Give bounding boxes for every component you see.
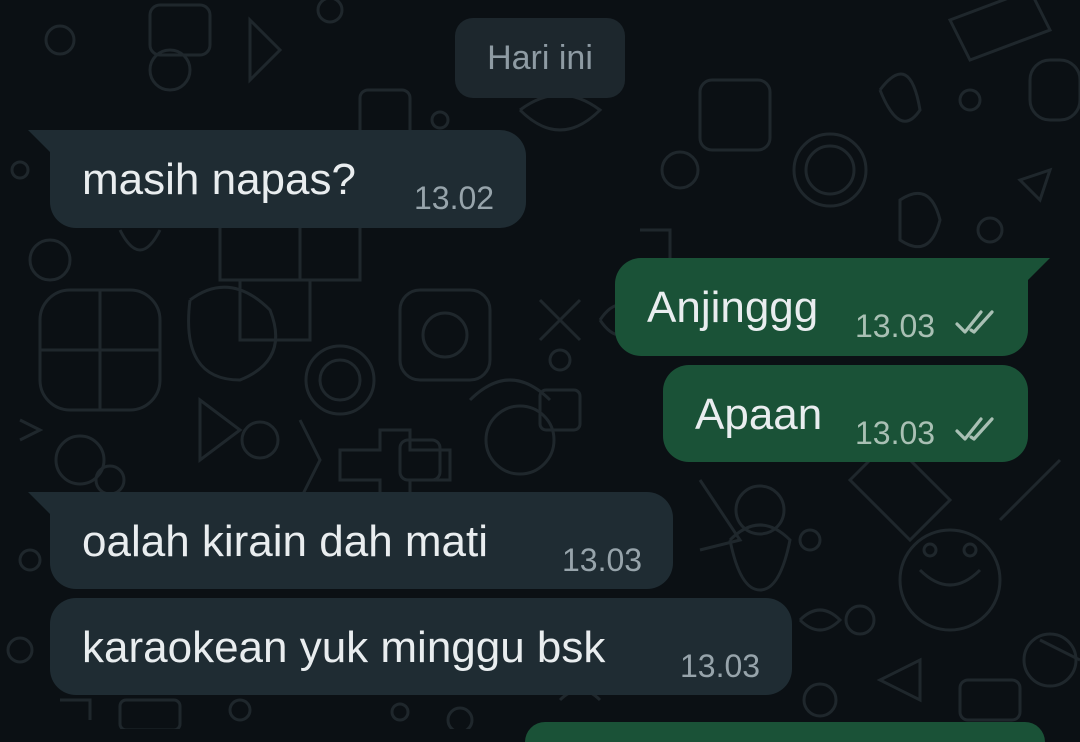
message-time: 13.03 bbox=[855, 308, 936, 344]
message-text: oalah kirain dah mati bbox=[82, 517, 489, 566]
message-time: 13.03 bbox=[680, 648, 761, 684]
message-text: masih napas? bbox=[82, 155, 356, 204]
message-text: karaokean yuk minggu bsk bbox=[82, 623, 606, 672]
bubble-tail bbox=[28, 130, 50, 152]
chat-thread[interactable]: Hari ini masih napas? 13.02 Anjinggg 13.… bbox=[0, 0, 1080, 742]
message-bubble-incoming[interactable]: masih napas? 13.02 bbox=[28, 130, 526, 228]
double-check-icon bbox=[955, 310, 994, 334]
message-time: 13.03 bbox=[562, 542, 643, 578]
message-bubble-outgoing-partial[interactable] bbox=[525, 722, 1045, 742]
bubble-tail bbox=[28, 492, 50, 514]
message-time: 13.02 bbox=[414, 180, 495, 216]
date-divider: Hari ini bbox=[455, 18, 625, 98]
message-text: Apaan bbox=[695, 390, 823, 439]
message-time: 13.03 bbox=[855, 415, 936, 451]
message-bubble-outgoing[interactable]: Apaan 13.03 bbox=[663, 365, 1028, 462]
message-text: Anjinggg bbox=[647, 283, 819, 332]
double-check-icon bbox=[955, 417, 994, 441]
message-bubble-incoming[interactable]: karaokean yuk minggu bsk 13.03 bbox=[50, 598, 792, 695]
message-bubble-incoming[interactable]: oalah kirain dah mati 13.03 bbox=[28, 492, 673, 589]
message-bubble-outgoing[interactable]: Anjinggg 13.03 bbox=[615, 258, 1050, 356]
bubble-tail bbox=[1028, 258, 1050, 280]
